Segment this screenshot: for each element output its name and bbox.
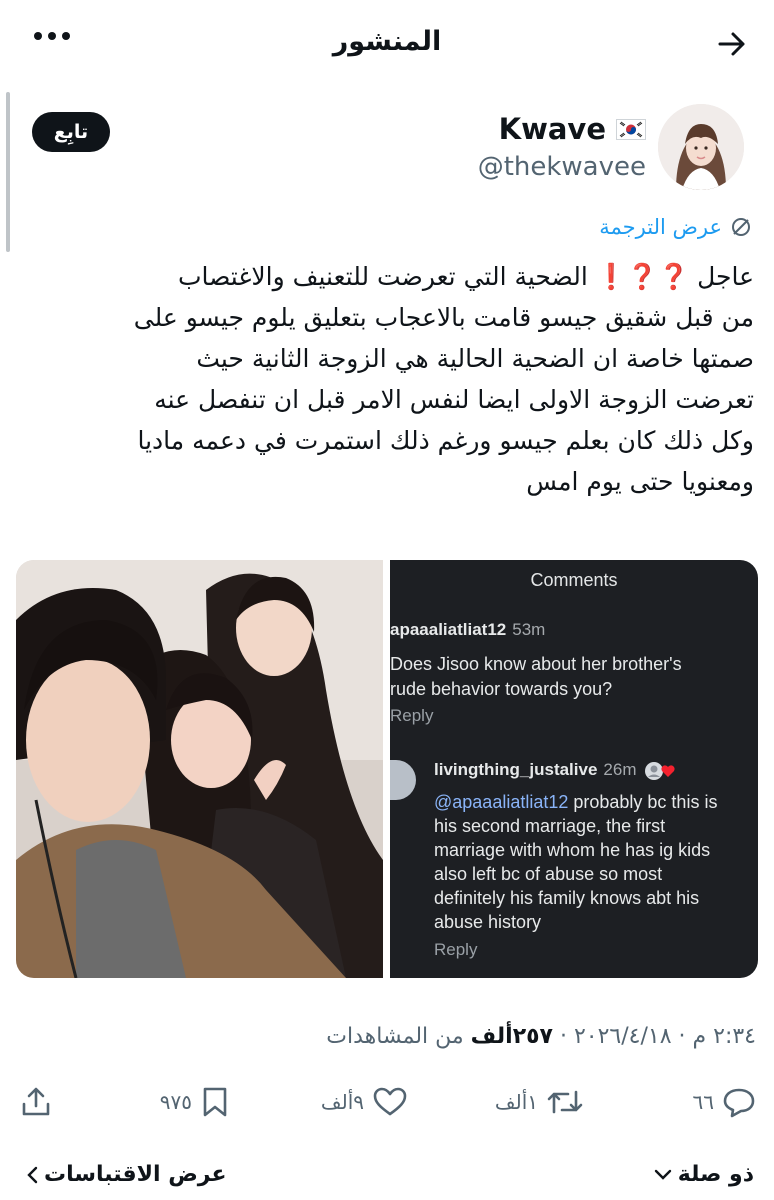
avatar xyxy=(390,760,416,800)
like-count: ٩ألف xyxy=(320,1090,364,1114)
author-display-name[interactable]: Kwave xyxy=(499,112,606,146)
avatar[interactable] xyxy=(658,104,744,190)
comments-screenshot[interactable]: Comments apaaaliatliat12 53m Does Jisoo k… xyxy=(390,560,758,978)
related-label: ذو صلة xyxy=(677,1162,754,1187)
comment-line: rude behavior towards you? xyxy=(390,679,613,699)
comment-line: his second marriage, the first xyxy=(434,816,666,836)
reply-button[interactable]: ٦٦ xyxy=(693,1086,756,1118)
post-text: عاجل ❓❓❗️ الضحية التي تعرضت للتعنيف والا… xyxy=(18,256,754,502)
translate-icon xyxy=(732,218,750,236)
quotes-label: عرض الاقتباسات xyxy=(44,1162,227,1187)
post-media[interactable]: Comments apaaaliatliat12 53m Does Jisoo k… xyxy=(16,560,758,978)
comments-title: Comments xyxy=(530,570,618,590)
post-line: ومعنويا حتى يوم امس xyxy=(526,467,754,496)
author-handle[interactable]: @thekwavee xyxy=(478,152,646,182)
translate-label[interactable]: عرض الترجمة xyxy=(599,215,722,239)
comment-line: definitely his family knows abt his xyxy=(434,888,700,908)
follow-button[interactable]: تابِع xyxy=(32,112,110,152)
bookmark-button[interactable]: ٩٧٥ xyxy=(160,1086,230,1118)
post-line: تعرضت الزوجة الاولى ايضا لنفس الامر قبل … xyxy=(154,385,754,414)
share-icon xyxy=(22,1087,50,1116)
post-meta: ٢:٣٤ م · ٢٠٢٦/٤/١٨ · ٢٥٧ألف من المشاهدات xyxy=(326,1024,756,1049)
author-name-row[interactable]: Kwave xyxy=(499,112,646,146)
scroll-indicator[interactable] xyxy=(6,92,10,252)
comment-body: Does Jisoo know about her brother's rude… xyxy=(390,652,750,702)
post-line: وكل ذلك كان بعلم جيسو ورغم ذلك استمرت في… xyxy=(137,426,754,455)
post-line: صمتها خاصة ان الضحية الحالية هي الزوجة ا… xyxy=(196,344,754,373)
post-date: ٢٠٢٦/٤/١٨ xyxy=(573,1024,672,1049)
liked-by-creator-icon xyxy=(644,761,675,780)
related-dropdown[interactable]: ذو صلة xyxy=(654,1162,754,1187)
post-line: من قبل شقيق جيسو قامت بالاعجاب بتعليق يل… xyxy=(133,303,754,332)
post-line: عاجل ❓❓❗️ الضحية التي تعرضت للتعنيف والا… xyxy=(177,262,754,291)
comment-body: @apaaaliatliat12 probably bc this is his… xyxy=(434,790,754,934)
share-button[interactable] xyxy=(20,1086,52,1118)
top-bar: المنشور xyxy=(0,0,774,88)
bookmark-count: ٩٧٥ xyxy=(159,1090,192,1114)
reply-link: Reply xyxy=(434,940,478,959)
views-label: من المشاهدات xyxy=(326,1024,464,1049)
like-button[interactable]: ٩ألف xyxy=(321,1086,408,1118)
reply-icon xyxy=(723,1088,755,1118)
bookmark-icon xyxy=(203,1087,227,1117)
chevron-down-icon xyxy=(654,1169,671,1180)
comment-first-line: @apaaaliatliat12 probably bc this is xyxy=(434,790,754,814)
comment-username: livingthing_justalive 26m xyxy=(434,760,677,781)
comment-user: apaaaliatliat12 xyxy=(390,620,507,639)
page-title: المنشور xyxy=(332,26,442,57)
comment-text: probably bc this is xyxy=(568,792,718,812)
comment-time: 26m xyxy=(603,760,637,779)
meta-separator: · xyxy=(552,1024,574,1049)
more-options-icon[interactable] xyxy=(34,32,70,40)
bottom-row: ذو صلة عرض الاقتباسات xyxy=(0,1158,774,1198)
mention-link: @apaaaliatliat12 xyxy=(434,792,569,812)
chevron-left-icon xyxy=(27,1166,38,1183)
post-time: ٢:٣٤ م xyxy=(692,1024,757,1049)
comment-line: also left bc of abuse so most xyxy=(434,864,663,884)
comment-line: abuse history xyxy=(434,912,542,932)
action-bar: ٦٦ ١ألف ٩ألف ٩٧٥ xyxy=(0,1078,774,1128)
view-quotes-link[interactable]: عرض الاقتباسات xyxy=(26,1162,227,1187)
south-korea-flag-icon xyxy=(616,118,646,140)
reply-count: ٦٦ xyxy=(692,1090,714,1114)
repost-icon xyxy=(547,1090,583,1114)
repost-count: ١ألف xyxy=(494,1090,538,1114)
media-separator xyxy=(383,560,390,978)
comment-username: apaaaliatliat12 53m xyxy=(390,620,545,640)
reply-link: Reply xyxy=(390,706,434,725)
comment-user: livingthing_justalive xyxy=(434,760,598,779)
group-photo[interactable] xyxy=(16,560,383,978)
meta-separator: · xyxy=(671,1024,693,1049)
comment-time: 53m xyxy=(512,620,546,639)
comment-line: Does Jisoo know about her brother's xyxy=(390,654,682,674)
heart-icon xyxy=(373,1087,407,1116)
translate-link[interactable]: عرض الترجمة xyxy=(599,215,752,239)
repost-button[interactable]: ١ألف xyxy=(495,1086,584,1118)
comment-line: marriage with whom he has ig kids xyxy=(434,840,711,860)
view-count[interactable]: ٢٥٧ألف xyxy=(471,1024,553,1049)
